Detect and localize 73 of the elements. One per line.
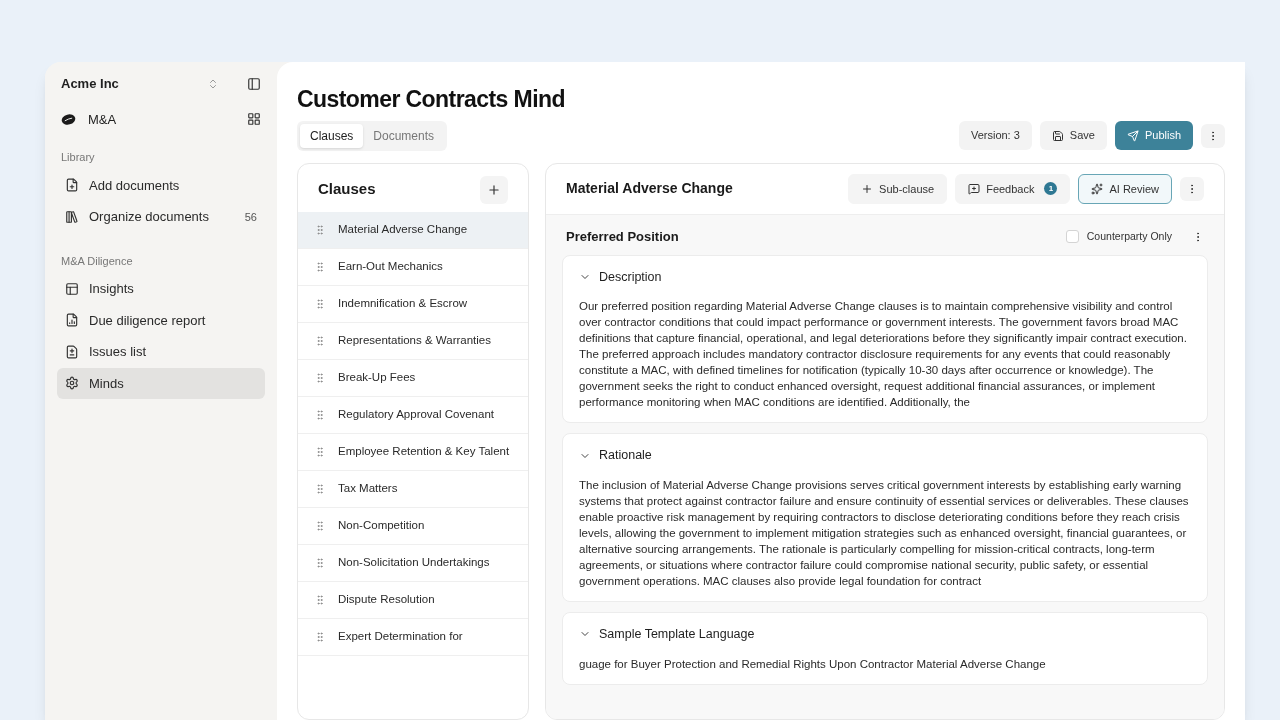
clause-item[interactable]: Expert Determination for — [298, 618, 528, 656]
clause-title: Material Adverse Change — [566, 179, 734, 199]
file-plus-icon — [65, 178, 79, 193]
project-logo-icon — [61, 113, 76, 125]
ai-review-button[interactable]: AI Review — [1078, 173, 1172, 204]
sub-clause-button[interactable]: Sub-clause — [848, 173, 948, 204]
clause-item[interactable]: Dispute Resolution — [298, 581, 528, 619]
section-text: The inclusion of Material Adverse Change provisions serves critical government interests by establishing early warning systems that protect against contractor failure and ensure continuity of essential services or deliverables. These clauses enable proactive risk management by requiring contractors to disclose deteriorating conditions before they reach crisis levels, allowing the government to implement mitigation strategies such as enhanced oversight, financial guarantees, or alternative sourcing arrangements. The rationale is particularly compelling for mission-critical contracts, long-term agreements, or situations where contractor failure could compromise national security, public safety, or essential government operations. MAC clauses also provide legal foundation for contract — [579, 478, 1190, 589]
file-diff-icon — [65, 344, 79, 359]
books-icon — [65, 209, 79, 224]
clause-item[interactable]: Non-Solicitation Undertakings — [298, 544, 528, 582]
drag-handle-icon[interactable] — [314, 260, 326, 273]
send-icon — [1126, 129, 1139, 142]
section-toggle[interactable]: Rationale — [579, 442, 652, 469]
drag-handle-icon[interactable] — [314, 297, 326, 310]
panel-left-icon[interactable] — [247, 76, 261, 91]
plus-icon — [487, 182, 501, 197]
sidebar-item[interactable]: Organize documents 56 — [57, 201, 265, 233]
panel-title: Clauses — [318, 179, 376, 200]
clause-item[interactable]: Indemnification & Escrow — [298, 285, 528, 323]
section-heading: Library — [60, 150, 96, 165]
workspace-name: Acme Inc — [61, 75, 120, 93]
drag-handle-icon[interactable] — [314, 593, 326, 606]
project-name: M&A — [88, 110, 118, 129]
clause-item[interactable]: Break-Up Fees — [298, 359, 528, 397]
notification-count: 1 — [1044, 182, 1058, 196]
drag-handle-icon[interactable] — [314, 445, 326, 458]
position-title: Preferred Position — [566, 228, 680, 246]
drag-handle-icon[interactable] — [314, 371, 326, 384]
sidebar-item[interactable]: Issues list — [57, 336, 265, 368]
item-count: 56 — [244, 209, 257, 225]
drag-handle-icon[interactable] — [314, 223, 326, 236]
clause-item[interactable]: Representations & Warranties — [298, 322, 528, 360]
drag-handle-icon[interactable] — [314, 519, 326, 532]
clause-item[interactable]: Non-Competition — [298, 507, 528, 545]
plus-icon — [861, 182, 874, 195]
tab[interactable]: Documents — [363, 123, 445, 148]
section-toggle[interactable]: Sample Template Language — [579, 621, 755, 648]
section-text: Our preferred position regarding Material Adverse Change clauses is to maintain comprehensive visibility and control over contractor conditions that could impact performance or government interests. The government favors broad MAC definitions that capture financial, operational, and legal deteriorations before they significantly impair contract execution. The preferred approach includes mandatory contractor disclosure requirements for any events that could reasonably constitute a MAC, with defined timelines for notification (typically 10-30 days after occurrence or knowledge). The government seeks the right to conduct enhanced oversight, request additional financial assurances, or implement performance monitoring when MAC conditions are identified. Additionally, the — [579, 299, 1188, 411]
save-button[interactable]: Save — [1039, 121, 1107, 150]
section-heading: M&A Diligence — [60, 253, 134, 269]
drag-handle-icon[interactable] — [314, 408, 326, 421]
sidebar-item[interactable]: Add documents — [57, 169, 265, 201]
gear-icon — [65, 376, 79, 391]
drag-handle-icon[interactable] — [314, 334, 326, 347]
clause-item[interactable]: Material Adverse Change — [298, 211, 528, 249]
sidebar-item[interactable]: Due diligence report — [57, 304, 265, 336]
page-title: Customer Contracts Mind — [297, 85, 566, 114]
drag-handle-icon[interactable] — [314, 482, 326, 495]
drag-handle-icon[interactable] — [314, 556, 326, 569]
checkbox-label: Counterparty Only — [1086, 228, 1172, 244]
clause-item[interactable]: Earn-Out Mechanics — [298, 248, 528, 286]
drag-handle-icon[interactable] — [314, 630, 326, 643]
table-icon — [65, 281, 79, 296]
file-chart-icon — [65, 313, 79, 328]
version-button[interactable]: Version: 3 — [958, 121, 1032, 150]
section-toggle[interactable]: Description — [579, 263, 662, 291]
publish-button[interactable]: Publish — [1114, 121, 1193, 150]
clause-item[interactable]: Regulatory Approval Covenant — [298, 396, 528, 434]
clause-item[interactable]: Tax Matters — [298, 470, 528, 508]
chevrons-up-down-icon[interactable] — [207, 77, 219, 90]
save-icon — [1051, 129, 1064, 142]
clause-item[interactable]: Employee Retention & Key Talent — [298, 433, 528, 471]
tab[interactable]: Clauses — [300, 123, 364, 148]
add-clause-button[interactable] — [480, 175, 508, 204]
message-plus-icon — [968, 182, 981, 195]
feedback-button[interactable]: Feedback 1 — [955, 173, 1071, 204]
sidebar-item[interactable]: Minds — [57, 367, 265, 399]
grid-icon[interactable] — [247, 112, 261, 127]
sidebar-item[interactable]: Insights — [57, 273, 265, 305]
section-text: guage for Buyer Protection and Remedial Rights Upon Contractor Material Adverse Change — [579, 656, 1047, 672]
sparkles-icon — [1091, 182, 1104, 195]
checkbox[interactable] — [1065, 230, 1079, 244]
